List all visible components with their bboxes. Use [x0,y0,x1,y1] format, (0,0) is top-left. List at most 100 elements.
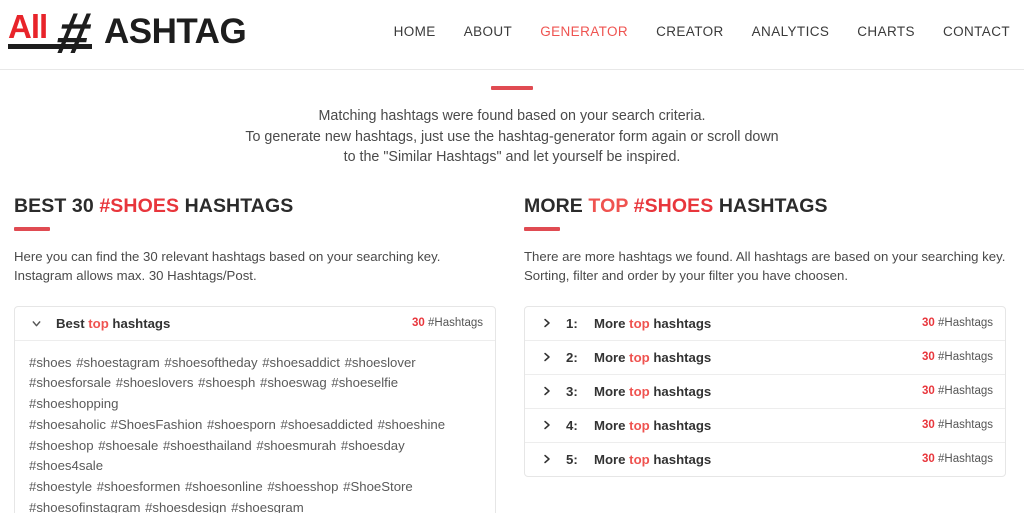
hashtag-line: #shoesforsale #shoeslovers #shoesph #sho… [29,375,399,412]
list-item-index: 2: [566,349,578,365]
list-item-count: 30 #Hashtags [922,385,993,397]
content-columns: BEST 30 #SHOES HASHTAGS Here you can fin… [0,195,1024,513]
right-section-description: There are more hashtags we found. All ha… [524,248,1006,284]
list-item-label: More top hashtags [594,418,711,433]
list-item-count-unit: #Hashtags [934,317,993,329]
site-header: All # ASHTAG HOME ABOUT GENERATOR CREATO… [0,0,1024,70]
chevron-right-icon[interactable] [539,419,554,431]
left-column: BEST 30 #SHOES HASHTAGS Here you can fin… [14,195,496,513]
list-item-label-prefix: More [594,349,630,365]
right-accent-bar [524,226,560,231]
logo-text-all: All [8,8,48,45]
hashtag-line: #shoesofinstagram #shoesdesign #shoesgra… [29,500,304,513]
best-hashtags-panel: Best top hashtags 30 #Hashtags #shoes #s… [14,305,496,513]
list-item[interactable]: 5: More top hashtags 30 #Hashtags [525,443,1005,476]
list-item-count-number: 30 [922,453,935,465]
left-section-title: BEST 30 #SHOES HASHTAGS [14,195,496,218]
list-item-count: 30 #Hashtags [922,453,993,465]
list-item-label-keyword: top [629,349,650,365]
list-item-label-suffix: hashtags [649,383,712,399]
left-title-prefix: BEST 30 [14,194,100,217]
list-item-count-unit: #Hashtags [934,351,993,363]
right-column: MORE TOP #SHOES HASHTAGS There are more … [524,195,1006,513]
left-title-keyword: #SHOES [99,194,180,217]
hash-icon: # [51,1,97,66]
list-item-label: More top hashtags [594,316,711,331]
list-item[interactable]: 1: More top hashtags 30 #Hashtags [525,307,1005,341]
nav-item-contact[interactable]: CONTACT [943,24,1010,39]
intro-accent-bar [491,86,533,90]
list-item-index: 5: [566,451,578,467]
left-title-suffix: HASHTAGS [179,194,294,217]
chevron-right-icon[interactable] [539,351,554,363]
nav-item-about[interactable]: ABOUT [464,24,513,39]
list-item-label-suffix: hashtags [649,349,712,365]
nav-item-creator[interactable]: CREATOR [656,24,724,39]
main-navigation: HOME ABOUT GENERATOR CREATOR ANALYTICS C… [394,24,1010,39]
right-title-keyword: #SHOES [633,194,714,217]
best-hashtags-panel-header[interactable]: Best top hashtags 30 #Hashtags [15,307,495,341]
list-item-count-unit: #Hashtags [934,419,993,431]
more-hashtags-list: 1: More top hashtags 30 #Hashtags 2: Mor… [524,305,1006,477]
hashtag-line: #shoesaholic #ShoesFashion #shoesporn #s… [29,416,446,432]
list-item-label-suffix: hashtags [649,315,712,331]
list-item-label: More top hashtags [594,350,711,365]
left-section-description: Here you can find the 30 relevant hashta… [14,248,441,284]
panel-label-keyword: top [88,315,109,331]
logo-text-ashtag: ASHTAG [104,12,247,51]
list-item-count-number: 30 [922,351,935,363]
nav-item-analytics[interactable]: ANALYTICS [752,24,830,39]
best-hashtags-count: 30 #Hashtags [412,317,483,329]
right-section-title: MORE TOP #SHOES HASHTAGS [524,195,1006,218]
panel-label-prefix: Best [56,315,89,331]
hashtags-list[interactable]: #shoes #shoestagram #shoesoftheday #shoe… [15,341,495,513]
hashtag-line: #shoestyle #shoesformen #shoesonline #sh… [29,479,413,495]
right-title-top: TOP [588,194,634,217]
list-item-label-keyword: top [629,417,650,433]
list-item-count: 30 #Hashtags [922,351,993,363]
hashtag-line: #shoes #shoestagram #shoesoftheday #shoe… [29,354,416,370]
list-item[interactable]: 2: More top hashtags 30 #Hashtags [525,341,1005,375]
list-item-count-number: 30 [922,385,935,397]
list-item-label: More top hashtags [594,452,711,467]
chevron-right-icon[interactable] [539,317,554,329]
nav-item-charts[interactable]: CHARTS [857,24,915,39]
right-title-prefix: MORE [524,194,589,217]
list-item[interactable]: 4: More top hashtags 30 #Hashtags [525,409,1005,443]
intro-line-3: to the "Similar Hashtags" and let yourse… [343,149,681,165]
site-logo[interactable]: All # ASHTAG [6,1,247,66]
list-item-label-keyword: top [629,451,650,467]
nav-item-generator[interactable]: GENERATOR [540,24,628,39]
list-item-count-number: 30 [922,419,935,431]
list-item-label-keyword: top [629,383,650,399]
best-hashtags-count-number: 30 [412,317,425,329]
list-item-label-prefix: More [594,451,630,467]
list-item-index: 1: [566,315,578,331]
best-hashtags-panel-label: Best top hashtags [56,316,170,331]
list-item-count: 30 #Hashtags [922,317,993,329]
panel-label-suffix: hashtags [108,315,171,331]
list-item-count-number: 30 [922,317,935,329]
best-hashtags-count-unit: #Hashtags [424,317,483,329]
intro-line-2: To generate new hashtags, just use the h… [245,128,779,145]
list-item-label-prefix: More [594,383,630,399]
chevron-down-icon[interactable] [29,317,44,330]
right-title-suffix: HASHTAGS [713,194,828,217]
nav-item-home[interactable]: HOME [394,24,436,39]
list-item-label-prefix: More [594,315,630,331]
list-item-label-keyword: top [629,315,650,331]
hashtag-line: #shoeshop #shoesale #shoesthailand #shoe… [29,437,405,474]
list-item-label-prefix: More [594,417,630,433]
list-item-index: 4: [566,417,578,433]
list-item-index: 3: [566,383,578,399]
intro-line-1: Matching hashtags were found based on yo… [318,108,706,124]
intro-section: Matching hashtags were found based on yo… [0,70,1024,168]
list-item-label: More top hashtags [594,384,711,399]
chevron-right-icon[interactable] [539,453,554,465]
list-item-label-suffix: hashtags [649,417,712,433]
list-item-count: 30 #Hashtags [922,419,993,431]
chevron-right-icon[interactable] [539,385,554,397]
list-item-count-unit: #Hashtags [934,453,993,465]
left-accent-bar [14,226,50,231]
list-item[interactable]: 3: More top hashtags 30 #Hashtags [525,375,1005,409]
